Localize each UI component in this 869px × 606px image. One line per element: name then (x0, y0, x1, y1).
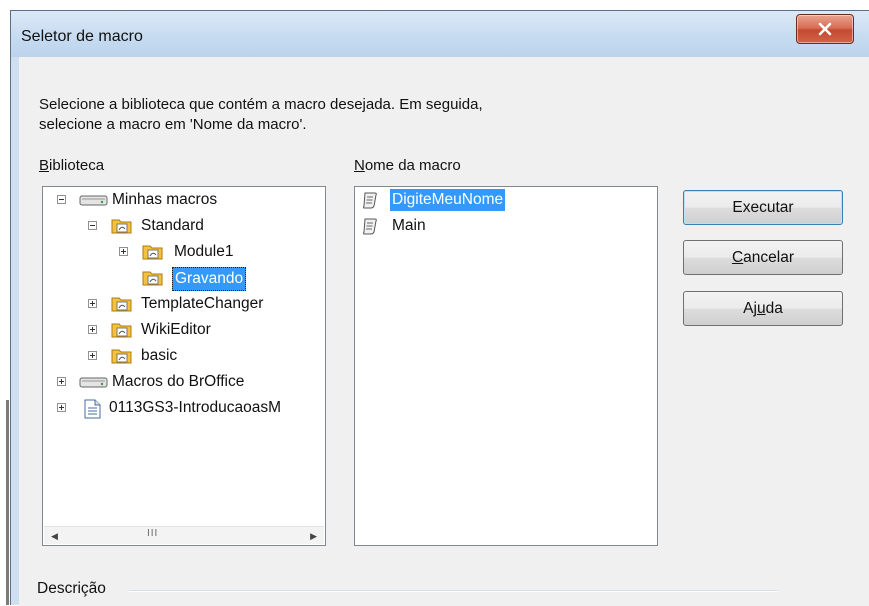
library-folder-icon (111, 219, 132, 234)
macro-scroll-icon (363, 192, 377, 209)
list-item-digitemeunome[interactable]: DigiteMeuNome (355, 189, 657, 211)
collapse-icon[interactable] (88, 221, 97, 230)
scroll-right-icon[interactable]: ▶ (310, 531, 317, 542)
expand-icon[interactable] (57, 403, 66, 412)
library-folder-icon (111, 297, 132, 312)
tree-item-module1[interactable]: Module1 (43, 241, 325, 263)
instruction-text: Selecione a biblioteca que contém a macr… (39, 96, 483, 133)
module-folder-icon (142, 245, 163, 260)
tree-item-standard[interactable]: Standard (43, 215, 325, 237)
tree-item-label: Minhas macros (112, 191, 218, 208)
scroll-thumb-grip[interactable]: III (147, 528, 158, 539)
expand-icon[interactable] (88, 299, 97, 308)
macro-scroll-icon (363, 218, 377, 235)
tree-item-label: TemplateChanger (141, 295, 264, 312)
list-item-label-selected: DigiteMeuNome (390, 189, 506, 211)
tree-item-label: basic (141, 347, 178, 364)
close-button[interactable] (796, 14, 854, 44)
description-label: Descrição (37, 580, 106, 597)
expand-icon[interactable] (88, 325, 97, 334)
document-icon (84, 399, 101, 419)
tree-item-label-selected: Gravando (172, 267, 247, 291)
module-folder-icon (142, 271, 163, 286)
tree-item-label: Standard (141, 217, 204, 234)
library-folder-icon (111, 323, 132, 338)
tree-item-label: 0113GS3-IntroducaoasM (109, 399, 282, 416)
close-icon (818, 22, 832, 36)
description-separator (129, 590, 777, 592)
macro-name-list[interactable]: DigiteMeuNome Main (354, 186, 658, 546)
list-item-main[interactable]: Main (355, 215, 657, 237)
window-title: Seletor de macro (21, 28, 143, 45)
tree-item-gravando[interactable]: Gravando (43, 267, 325, 291)
expand-icon[interactable] (88, 351, 97, 360)
drive-icon (79, 377, 108, 388)
tree-item-label: Macros do BrOffice (112, 373, 245, 390)
macro-name-label: Nome da macro (354, 157, 461, 174)
window-shadow (6, 400, 9, 605)
cancel-button[interactable]: Cancelar (683, 240, 843, 275)
tree-item-label: Module1 (174, 243, 234, 260)
tree-item-document[interactable]: 0113GS3-IntroducaoasM (43, 397, 325, 419)
help-button[interactable]: Ajuda (683, 291, 843, 326)
tree-item-wikieditor[interactable]: WikiEditor (43, 319, 325, 341)
horizontal-scrollbar[interactable]: ◀ III ▶ (44, 526, 324, 544)
tree-item-templatechanger[interactable]: TemplateChanger (43, 293, 325, 315)
expand-icon[interactable] (119, 247, 128, 256)
tree-item-macros-broffice[interactable]: Macros do BrOffice (43, 371, 325, 393)
run-button[interactable]: Executar (683, 190, 843, 225)
tree-item-basic[interactable]: basic (43, 345, 325, 367)
expand-icon[interactable] (57, 377, 66, 386)
scroll-left-icon[interactable]: ◀ (51, 531, 58, 542)
library-tree[interactable]: Minhas macros Standard Module1 Gravando … (42, 186, 326, 546)
tree-item-minhas-macros[interactable]: Minhas macros (43, 189, 325, 211)
library-label: Biblioteca (39, 157, 105, 174)
dialog-body: Selecione a biblioteca que contém a macr… (19, 57, 869, 606)
list-item-label: Main (392, 217, 426, 234)
tree-item-label: WikiEditor (141, 321, 211, 338)
title-bar[interactable]: Seletor de macro (11, 11, 869, 57)
drive-icon (79, 195, 108, 206)
macro-selector-dialog: Seletor de macro Selecione a biblioteca … (10, 10, 869, 606)
library-folder-icon (111, 349, 132, 364)
collapse-icon[interactable] (57, 195, 66, 204)
